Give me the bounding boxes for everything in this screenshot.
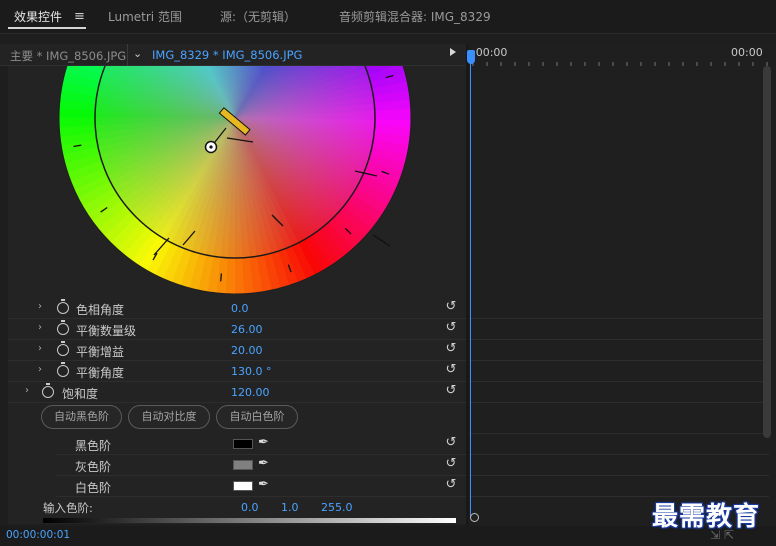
property-row-hue-angle[interactable]: › 色相角度 0.0 ↺ [8,298,466,319]
white-level-swatch[interactable] [233,481,253,491]
auto-black-level-button[interactable]: 自动黑色阶 [41,405,122,429]
timeline-end-time: 00:00 [731,46,763,59]
level-name: 黑色阶 [75,439,112,453]
clip-separator [127,44,128,66]
stopwatch-icon[interactable] [57,299,69,314]
timeline-row-line [469,475,769,476]
auto-white-level-button[interactable]: 自动白色阶 [216,405,298,429]
level-name: 灰色阶 [75,460,112,474]
eyedropper-icon[interactable]: ✒ [258,477,269,492]
stopwatch-icon[interactable] [57,320,69,335]
reset-icon[interactable]: ↺ [444,342,458,356]
property-row-balance-gain[interactable]: › 平衡增益 20.00 ↺ [8,340,466,361]
chevron-down-icon[interactable]: ⌄ [133,47,142,60]
reset-icon[interactable]: ↺ [444,384,458,398]
input-black-value[interactable]: 0.0 [241,501,259,514]
eyedropper-icon[interactable]: ✒ [258,456,269,471]
reset-icon[interactable]: ↺ [444,300,458,314]
property-name: 平衡角度 [76,366,125,380]
reset-icon[interactable]: ↺ [444,436,458,450]
stopwatch-icon[interactable] [57,362,69,377]
reset-icon[interactable]: ↺ [444,478,458,492]
active-tab-underline [8,27,86,29]
property-name: 平衡增益 [76,345,125,359]
property-name: 平衡数量级 [76,324,137,338]
input-gamma-value[interactable]: 1.0 [281,501,299,514]
input-levels-label: 输入色阶: [43,501,93,515]
stopwatch-icon[interactable] [57,341,69,356]
property-row-balance-angle[interactable]: › 平衡角度 130.0 ° ↺ [8,361,466,382]
timeline-row-line [469,318,769,319]
vertical-scrollbar[interactable] [763,66,771,438]
timeline-row-line [469,339,769,340]
hamburger-menu-icon[interactable]: ≡ [74,9,85,24]
sequence-clip-label[interactable]: IMG_8329 * IMG_8506.JPG [152,48,302,62]
property-row-balance-magnitude[interactable]: › 平衡数量级 26.00 ↺ [8,319,466,340]
property-value[interactable]: 130.0 ° [231,365,272,378]
chevron-right-icon[interactable]: › [25,385,29,396]
level-name: 白色阶 [75,481,112,495]
property-row-saturation[interactable]: › 饱和度 120.00 ↺ [8,382,466,403]
tab-source[interactable]: 源:（无剪辑） [220,8,296,25]
timeline-row-line [469,454,769,455]
property-value[interactable]: 0.0 [231,302,249,315]
chevron-right-icon[interactable]: › [38,364,42,375]
black-level-swatch[interactable] [233,439,253,449]
timeline-ruler[interactable] [469,62,769,66]
timeline-row-line [469,402,769,403]
balance-color-wheel[interactable] [8,66,466,302]
panel-tab-bar: 效果控件 ≡ Lumetri 范围 源:（无剪辑） 音频剪辑混合器: IMG_8… [0,0,776,34]
input-white-value[interactable]: 255.0 [321,501,353,514]
property-value[interactable]: 26.00 [231,323,263,336]
chevron-right-icon[interactable]: › [38,301,42,312]
master-clip-label[interactable]: 主要 * IMG_8506.JPG [10,48,126,64]
reset-icon[interactable]: ↺ [444,457,458,471]
stopwatch-icon[interactable] [42,383,54,398]
eyedropper-icon[interactable]: ✒ [258,435,269,450]
playhead-handle[interactable] [467,50,475,64]
chevron-right-icon[interactable]: › [38,322,42,333]
level-row-white[interactable]: 白色阶 ✒ ↺ [56,476,466,497]
input-levels-gradient[interactable] [43,518,456,523]
property-value[interactable]: 120.00 [231,386,270,399]
reset-icon[interactable]: ↺ [444,363,458,377]
tab-effect-controls[interactable]: 效果控件 [14,8,62,25]
property-value[interactable]: 20.00 [231,344,263,357]
timeline-start-time: :00:00 [472,46,508,59]
tab-lumetri-scopes[interactable]: Lumetri 范围 [108,8,182,25]
property-name: 色相角度 [76,303,125,317]
reset-icon[interactable]: ↺ [444,321,458,335]
tab-audio-clip-mixer[interactable]: 音频剪辑混合器: IMG_8329 [339,8,491,25]
timeline-row-line [469,360,769,361]
auto-contrast-button[interactable]: 自动对比度 [128,405,210,429]
watermark-logo: 最需教育 [652,502,761,532]
chevron-right-icon[interactable]: › [38,343,42,354]
timeline-row-line [469,433,769,434]
gray-level-swatch[interactable] [233,460,253,470]
clip-selector-bar: 主要 * IMG_8506.JPG ⌄ IMG_8329 * IMG_8506.… [0,44,466,66]
current-timecode[interactable]: 00:00:00:01 [6,529,70,541]
level-row-gray[interactable]: 灰色阶 ✒ ↺ [56,455,466,476]
property-name: 饱和度 [62,387,99,401]
timeline-row-line [469,381,769,382]
zoom-knob[interactable] [470,513,479,522]
play-triangle-icon[interactable] [450,48,456,56]
level-row-black[interactable]: 黑色阶 ✒ ↺ [56,434,466,455]
playhead-line [470,60,471,516]
